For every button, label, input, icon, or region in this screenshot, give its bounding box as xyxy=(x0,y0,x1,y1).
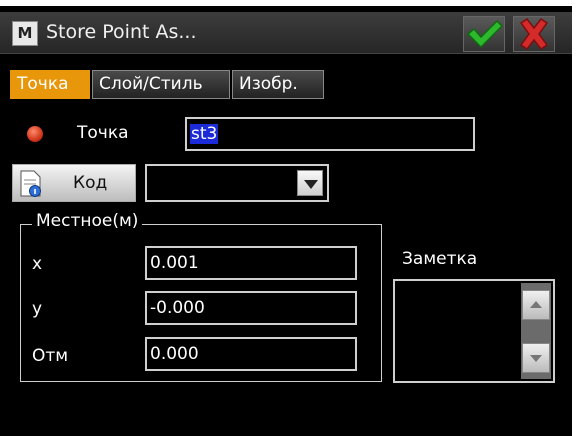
cancel-button[interactable] xyxy=(513,16,555,52)
window-title: Store Point As... xyxy=(46,21,197,43)
point-label: Точка xyxy=(77,123,129,143)
code-button[interactable]: Код xyxy=(12,164,136,202)
document-info-icon xyxy=(20,170,41,197)
scroll-down-icon[interactable] xyxy=(522,343,550,373)
y-input[interactable]: -0.000 xyxy=(145,291,357,325)
ok-button[interactable] xyxy=(463,16,505,52)
checkmark-icon xyxy=(466,19,504,49)
tab-point[interactable]: Точка xyxy=(10,70,90,99)
dialog-window: M Store Point As... Точка Слой/Стиль Изо… xyxy=(0,0,576,436)
point-status-icon xyxy=(27,126,43,142)
note-label: Заметка xyxy=(402,249,478,269)
x-label: x xyxy=(32,254,43,274)
scroll-up-icon[interactable] xyxy=(522,290,550,320)
tab-layer-style[interactable]: Слой/Стиль xyxy=(92,70,230,99)
title-bar: M Store Point As... xyxy=(0,12,572,54)
code-button-label: Код xyxy=(73,173,108,193)
elevation-input[interactable]: 0.000 xyxy=(145,337,357,371)
code-dropdown[interactable] xyxy=(145,164,329,202)
local-coordinates-title: Местное(м) xyxy=(32,211,143,231)
y-label: y xyxy=(32,299,43,319)
chevron-down-icon[interactable] xyxy=(297,170,323,196)
point-name-input[interactable]: st3 xyxy=(185,117,475,151)
tab-image[interactable]: Изобр. xyxy=(232,70,324,99)
close-icon xyxy=(519,17,549,51)
app-icon: M xyxy=(12,21,38,46)
x-input[interactable]: 0.001 xyxy=(145,246,357,280)
point-name-value: st3 xyxy=(190,124,219,144)
elevation-label: Отм xyxy=(32,346,69,366)
note-scrollbar[interactable] xyxy=(521,283,551,379)
note-textarea[interactable] xyxy=(393,279,555,383)
